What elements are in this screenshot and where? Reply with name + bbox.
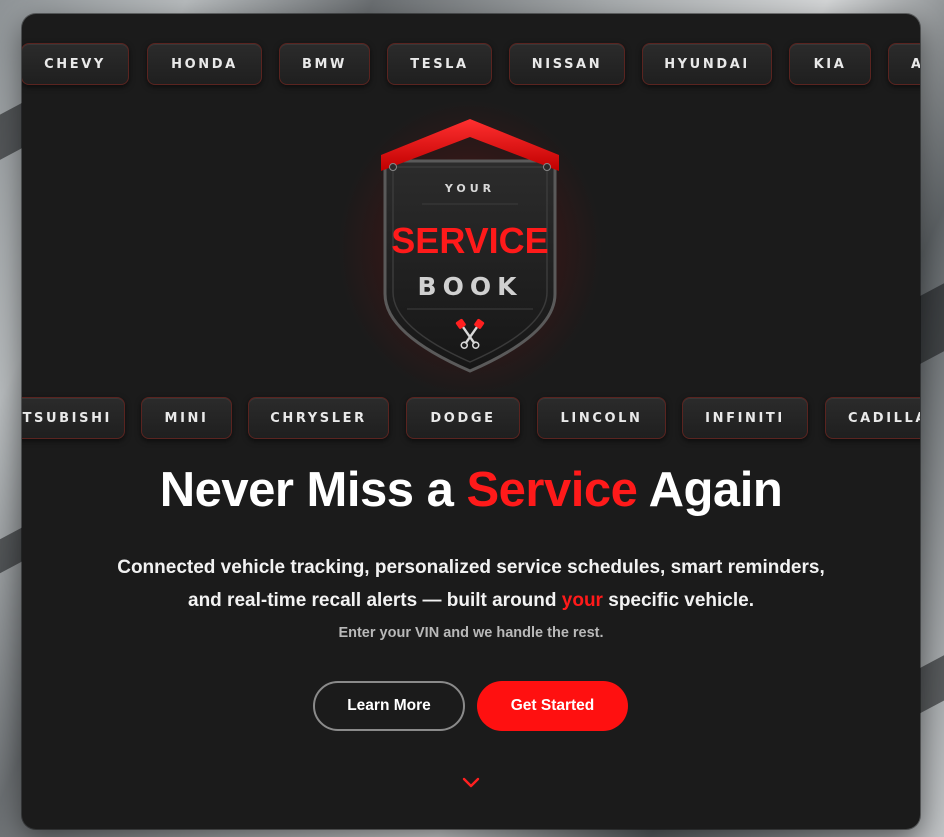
logo-your-text: YOUR [444, 182, 496, 195]
logo-service-text: SERVICE [391, 220, 549, 261]
brand-chip: CHRYSLER [248, 397, 389, 439]
brand-chip: MINI [141, 397, 232, 439]
brand-row-top: CHEVY HONDA BMW TESLA NISSAN HYUNDAI KIA… [22, 43, 920, 89]
hero-subtitle: Connected vehicle tracking, personalized… [117, 557, 825, 611]
brand-chip: HONDA [147, 43, 262, 85]
brand-chip: BMW [279, 43, 370, 85]
hero-card: CHEVY HONDA BMW TESLA NISSAN HYUNDAI KIA… [22, 14, 920, 829]
chevron-down-icon[interactable] [461, 775, 481, 791]
brand-chip: KIA [789, 43, 871, 85]
brand-chip: CADILLA [825, 397, 920, 439]
hero-title: Never Miss a Service Again [159, 463, 783, 517]
brand-chip: INFINITI [682, 397, 808, 439]
brand-chip: DODGE [406, 397, 520, 439]
brand-chip: HYUNDAI [642, 43, 772, 85]
brand-chip: TESLA [387, 43, 492, 85]
brand-chip: A [888, 43, 920, 85]
brand-row-bottom: TSUBISHI MINI CHRYSLER DODGE LINCOLN INF… [22, 397, 920, 443]
get-started-button[interactable]: Get Started [477, 681, 628, 731]
brand-chip: CHEVY [22, 43, 129, 85]
learn-more-button[interactable]: Learn More [313, 681, 465, 731]
logo-book-text: BOOK [417, 272, 523, 301]
brand-chip: TSUBISHI [22, 397, 125, 439]
service-book-logo: YOUR SERVICE BOOK [337, 99, 603, 399]
hero-tagline: Enter your VIN and we handle the rest. [338, 625, 604, 641]
subtitle-highlight: your [561, 590, 603, 611]
brand-chip: LINCOLN [537, 397, 666, 439]
brand-chip: NISSAN [509, 43, 625, 85]
title-highlight: Service [466, 463, 638, 517]
